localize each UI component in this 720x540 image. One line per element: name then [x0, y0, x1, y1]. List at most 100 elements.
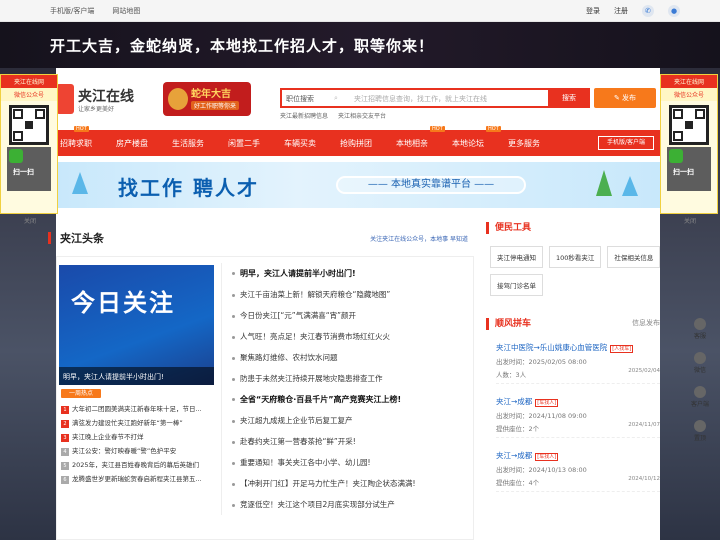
snake-icon — [168, 88, 188, 110]
video-qr: 扫一扫 — [667, 147, 711, 191]
ride-item[interactable]: 夹江→成都 [车找人] 出发时间：2024/11/08 09:00 提供座位：2个 20… — [496, 392, 660, 438]
search-button[interactable]: 搜索 — [548, 88, 590, 108]
featured-photo[interactable]: 今日关注 明早，夹江人请提前半小时出门! — [59, 265, 214, 385]
tools-list: 夹江停电通知 100秒看夹江 社保相关信息 接驾门诊名单 — [490, 246, 662, 296]
mobile-link[interactable]: 手机版/客户端 — [50, 7, 94, 15]
wechat-icon — [694, 352, 706, 364]
ride-item[interactable]: 夹江中医院→乐山姚康心血管医院 [人找车] 出发时间：2025/02/05 08:0… — [496, 338, 660, 384]
publish-label: 发布 — [622, 94, 637, 102]
left-float-ad: 夹江在线网 微信公众号 扫一扫 关闭 — [0, 74, 58, 225]
float-toolbar: 客服 微信 客户端 置顶 — [686, 318, 714, 454]
nav-item-jobs[interactable]: 招聘求职 — [60, 138, 92, 149]
nav-item-life[interactable]: 生活服务 — [172, 138, 204, 149]
publish-button[interactable]: ✎ 发布 — [594, 88, 656, 108]
tool-link[interactable]: 接驾门诊名单 — [490, 274, 543, 296]
hero-banner[interactable]: 开工大吉，金蛇纳贤，本地找工作招人才，职等你来！ — [0, 22, 720, 68]
section-title: 夹江头条 — [60, 232, 104, 245]
news-item[interactable]: 赴春约夹江第一营春茶抢“鲜”开采! — [232, 431, 471, 452]
tree-decoration — [622, 176, 638, 196]
hot-tag: 一周热点 — [61, 389, 101, 398]
hot-word-link[interactable]: 夹江最新招聘信息 — [280, 113, 328, 120]
nav-item-secondhand[interactable]: 闲置二手 — [228, 138, 260, 149]
hero-slogan: 开工大吉，金蛇纳贤，本地找工作招人才，职等你来！ — [50, 37, 435, 55]
hot-badge: HOT — [430, 126, 445, 132]
scan-label: 扫一扫 — [673, 168, 694, 176]
right-float-ad: 夹江在线网 微信公众号 扫一扫 关闭 — [660, 74, 718, 225]
tool-link[interactable]: 100秒看夹江 — [549, 246, 602, 268]
headset-icon — [694, 318, 706, 330]
recruit-banner[interactable]: 找工作 聘人才 —— 本地真实靠谱平台 —— — [56, 162, 660, 208]
hot-item[interactable]: 2 满弦发力建设忙夹江跑好新年“第一棒” — [61, 416, 211, 430]
hot-item[interactable]: 1 大年初二团圆美满夹江新春年味十足，节日... — [61, 402, 211, 416]
hot-badge: HOT — [74, 126, 89, 132]
news-item[interactable]: 竞逐低空！夹江这个项目2月底实现部分试生产 — [232, 494, 471, 515]
app-download-button[interactable]: 手机版/客户端 — [598, 136, 654, 150]
site-tagline: 让家乡更美好 — [78, 106, 115, 113]
scan-label: 扫一扫 — [13, 168, 34, 176]
client-button[interactable]: 客户端 — [686, 386, 714, 408]
news-item[interactable]: 今日份夹江[“元”气满满喜“宵”颜开 — [232, 305, 471, 326]
news-item[interactable]: 【冲刺开门红】开足马力忙生产！夹江陶企状态满满! — [232, 473, 471, 494]
tool-link[interactable]: 社保相关信息 — [607, 246, 661, 268]
tool-link[interactable]: 夹江停电通知 — [490, 246, 543, 268]
headline-section-header: 夹江头条 关注夹江在线公众号，本地事 早知道 — [56, 222, 474, 256]
promo-banner[interactable]: 蛇年大吉 好工作职等你来 — [163, 82, 251, 116]
nav-item-dating[interactable]: 本地相亲 — [396, 138, 428, 149]
photo-caption[interactable]: 明早，夹江人请提前半小时出门! — [59, 367, 214, 385]
qr-code-icon — [9, 105, 49, 145]
login-link[interactable]: 登录 — [586, 6, 600, 16]
wechat-icon[interactable]: ✆ — [642, 5, 654, 17]
search-input[interactable]: 夹江招聘信息查询，找工作，就上夹江在线 — [354, 94, 487, 104]
register-link[interactable]: 注册 — [614, 6, 628, 16]
photo-text: 今日关注 — [71, 289, 175, 317]
news-item[interactable]: 重要通知！事关夹江各中小学、幼儿园! — [232, 452, 471, 473]
tree-decoration — [596, 170, 612, 196]
news-item[interactable]: 聚焦路灯维修、农村饮水问题 — [232, 347, 471, 368]
hot-badge: HOT — [486, 126, 501, 132]
news-item[interactable]: 夹江千亩油菜上新！解锁天府粮仓“隐藏地图” — [232, 284, 471, 305]
wechat-button[interactable]: 微信 — [686, 352, 714, 374]
hot-item[interactable]: 5 2025年，夹江县百姓春晚背后的幕后英雄们 — [61, 458, 211, 472]
sitemap-link[interactable]: 网站地图 — [112, 7, 140, 15]
hot-item[interactable]: 4 夹江公安：警灯映春暖“警”色护平安 — [61, 444, 211, 458]
side-wechat-label: 微信公众号 — [661, 88, 717, 101]
phone-icon — [694, 386, 706, 398]
site-name: 夹江在线 — [78, 89, 134, 105]
headline-section: 今日关注 明早，夹江人请提前半小时出门! 一周热点 1 大年初二团圆美满夹江新春年… — [56, 256, 474, 540]
ride-item[interactable]: 夹江→成都 [车找人] 出发时间：2024/10/13 08:00 提供座位：4个 20… — [496, 446, 660, 492]
side-wechat-label: 微信公众号 — [1, 88, 57, 101]
site-logo[interactable]: 夹江在线 让家乡更美好 — [56, 84, 156, 114]
nav-item-more[interactable]: 更多服务 — [508, 138, 540, 149]
nav-item-cars[interactable]: 车辆买卖 — [284, 138, 316, 149]
news-item[interactable]: 防患于未然夹江持续开展地灾隐患排查工作 — [232, 368, 471, 389]
search-type-select[interactable]: 职位搜索 — [286, 94, 314, 104]
right-column: 便民工具 夹江停电通知 100秒看夹江 社保相关信息 接驾门诊名单 顺风拼车 信… — [486, 222, 662, 540]
nav-item-housing[interactable]: 房产楼盘 — [116, 138, 148, 149]
rides-publish-link[interactable]: 信息发布 — [632, 318, 660, 328]
user-icon[interactable]: ● — [668, 5, 680, 17]
search-box: 职位搜索 ⌕ 夹江招聘信息查询，找工作，就上夹江在线 — [280, 88, 590, 108]
customer-service-button[interactable]: 客服 — [686, 318, 714, 340]
promo-title: 蛇年大吉 — [191, 89, 231, 100]
news-item[interactable]: 明早，夹江人请提前半小时出门! — [232, 263, 471, 284]
back-to-top-button[interactable]: 置顶 — [686, 420, 714, 442]
nav-item-forum[interactable]: 本地论坛 — [452, 138, 484, 149]
main-nav: 招聘求职 房产楼盘 生活服务 闲置二手 车辆买卖 抢购拼团 本地相亲 本地论坛 … — [56, 126, 660, 156]
close-float-button[interactable]: 关闭 — [661, 216, 719, 225]
follow-link[interactable]: 关注夹江在线公众号，本地事 早知道 — [370, 234, 468, 243]
hot-list: 一周热点 1 大年初二团圆美满夹江新春年味十足，节日... 2 满弦发力建设忙夹江跑… — [61, 389, 211, 486]
banner-title: 找工作 聘人才 — [118, 176, 259, 200]
news-item[interactable]: 人气旺！亮点足！夹江春节消费市场红红火火 — [232, 326, 471, 347]
news-list: 明早，夹江人请提前半小时出门! 夹江千亩油菜上新！解锁天府粮仓“隐藏地图” 今日… — [221, 263, 471, 515]
promo-sub: 好工作职等你来 — [191, 101, 240, 110]
news-item[interactable]: 全省“天府粮仓·百县千片”高产竞赛夹江上榜! — [232, 389, 471, 410]
hot-item[interactable]: 6 龙腾盛世岁更新瑞蛇贺春启新程夹江县第五... — [61, 472, 211, 486]
close-float-button[interactable]: 关闭 — [1, 216, 59, 225]
news-item[interactable]: 夹江超九成规上企业节后复工复产 — [232, 410, 471, 431]
hot-item[interactable]: 3 夹江晚上企业春节不打烊 — [61, 430, 211, 444]
tree-decoration — [72, 172, 88, 194]
nav-item-groupbuy[interactable]: 抢购拼团 — [340, 138, 372, 149]
hot-word-link[interactable]: 夹江相亲交友平台 — [338, 113, 386, 120]
video-icon — [669, 149, 683, 163]
search-icon: ⌕ — [334, 94, 338, 102]
